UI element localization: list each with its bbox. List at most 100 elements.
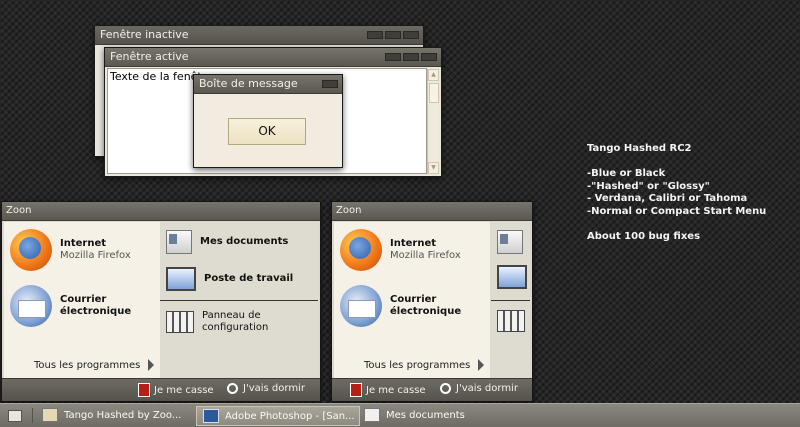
firefox-icon xyxy=(340,229,382,271)
start-menu-right-pane xyxy=(491,222,530,378)
task-label: Tango Hashed by Zoo... xyxy=(64,409,182,421)
arrow-right-icon xyxy=(148,359,155,371)
start-menu-user: Zoon xyxy=(2,202,320,221)
inactive-window-controls xyxy=(367,31,419,39)
start-button[interactable] xyxy=(0,404,30,427)
logoff-label: Je me casse xyxy=(366,384,426,396)
all-programs-label: Tous les programmes xyxy=(34,360,141,371)
active-window-title: Fenêtre active xyxy=(110,50,189,63)
shutdown-label: J'vais dormir xyxy=(456,383,518,394)
task-documents[interactable]: Mes documents xyxy=(358,406,514,424)
task-label: Adobe Photoshop - [San... xyxy=(225,410,355,422)
shutdown-label: J'vais dormir xyxy=(243,383,305,394)
info-line: About 100 bug fixes xyxy=(587,231,701,243)
logoff-button[interactable]: Je me casse xyxy=(138,383,214,397)
internet-label: Internet xyxy=(60,238,107,249)
internet-sub: Mozilla Firefox xyxy=(390,250,461,261)
documents-icon xyxy=(497,230,523,254)
start-menu-left-pane: Internet Mozilla Firefox Courrier électr… xyxy=(334,222,490,378)
start-menu-right-pane: Mes documents Poste de travail Panneau d… xyxy=(160,222,318,378)
documents-icon xyxy=(166,230,192,254)
power-icon xyxy=(227,383,238,394)
mail-item[interactable]: Courrier électronique xyxy=(340,285,461,327)
vertical-scrollbar[interactable]: ▲ ▼ xyxy=(427,69,439,174)
control-panel-icon xyxy=(497,310,525,332)
taskbar: Tango Hashed by Zoo... Adobe Photoshop -… xyxy=(0,403,800,427)
start-menu-left-pane: Internet Mozilla Firefox Courrier électr… xyxy=(4,222,160,378)
internet-item[interactable]: Internet Mozilla Firefox xyxy=(340,229,461,271)
logoff-icon xyxy=(350,383,362,397)
theme-info: Tango Hashed RC2 -Blue or Black -"Hashed… xyxy=(587,143,766,244)
mail-label: Courrier xyxy=(60,294,107,305)
message-box[interactable]: Boîte de message OK xyxy=(193,74,343,168)
internet-item[interactable]: Internet Mozilla Firefox xyxy=(10,229,131,271)
computer-icon xyxy=(497,265,527,289)
close-button[interactable] xyxy=(403,31,419,39)
computer-icon xyxy=(166,267,196,291)
my-documents-item[interactable] xyxy=(497,230,523,254)
message-box-controls xyxy=(322,80,338,88)
menu-divider xyxy=(160,300,318,301)
control-panel-item[interactable]: Panneau de configuration xyxy=(166,310,268,334)
scroll-down-icon[interactable]: ▼ xyxy=(428,162,439,174)
inactive-window-titlebar[interactable]: Fenêtre inactive xyxy=(95,26,423,45)
shutdown-button[interactable]: J'vais dormir xyxy=(440,383,518,394)
mail-label-2: électronique xyxy=(390,306,462,317)
inactive-window-title: Fenêtre inactive xyxy=(100,28,189,41)
maximize-button[interactable] xyxy=(385,31,401,39)
documents-icon xyxy=(364,408,380,422)
menu-divider xyxy=(491,300,530,301)
active-window-titlebar[interactable]: Fenêtre active xyxy=(105,48,441,67)
maximize-button[interactable] xyxy=(403,53,419,61)
active-window-controls xyxy=(385,53,437,61)
control-panel-item[interactable] xyxy=(497,310,525,332)
info-line: -"Hashed" or "Glossy" xyxy=(587,180,710,192)
logoff-label: Je me casse xyxy=(154,384,214,396)
mail-item[interactable]: Courrier électronique xyxy=(10,285,131,327)
my-computer-label: Poste de travail xyxy=(204,273,294,284)
internet-label: Internet xyxy=(390,238,437,249)
scroll-up-icon[interactable]: ▲ xyxy=(428,69,439,81)
task-tango[interactable]: Tango Hashed by Zoo... xyxy=(36,406,192,424)
my-computer-item[interactable]: Poste de travail xyxy=(166,267,293,291)
home-icon xyxy=(8,409,22,422)
power-icon xyxy=(440,383,451,394)
thunderbird-icon xyxy=(10,285,52,327)
shutdown-button[interactable]: J'vais dormir xyxy=(227,383,305,394)
minimize-button[interactable] xyxy=(385,53,401,61)
minimize-button[interactable] xyxy=(367,31,383,39)
photoshop-icon xyxy=(203,409,219,423)
start-menu-user: Zoon xyxy=(332,202,532,221)
message-box-title: Boîte de message xyxy=(199,77,298,90)
thunderbird-icon xyxy=(340,285,382,327)
taskbar-separator xyxy=(32,408,33,423)
info-line: -Blue or Black xyxy=(587,168,666,180)
info-line xyxy=(587,156,766,169)
firefox-icon xyxy=(10,229,52,271)
scroll-thumb[interactable] xyxy=(429,83,439,103)
start-menu-footer: Je me casse J'vais dormir xyxy=(332,378,532,401)
info-line: Tango Hashed RC2 xyxy=(587,143,692,154)
my-documents-label: Mes documents xyxy=(200,236,289,247)
logoff-button[interactable]: Je me casse xyxy=(350,383,426,397)
task-photoshop[interactable]: Adobe Photoshop - [San... xyxy=(196,406,360,426)
control-panel-label: Panneau de xyxy=(202,310,261,321)
my-computer-item[interactable] xyxy=(497,265,527,289)
task-label: Mes documents xyxy=(386,409,465,421)
ok-button[interactable]: OK xyxy=(228,118,306,145)
mail-label-2: électronique xyxy=(60,306,132,317)
start-menu-footer: Je me casse J'vais dormir xyxy=(2,378,320,401)
info-line xyxy=(587,219,766,232)
control-panel-icon xyxy=(166,311,194,333)
logoff-icon xyxy=(138,383,150,397)
close-button[interactable] xyxy=(322,80,338,88)
my-documents-item[interactable]: Mes documents xyxy=(166,230,288,254)
all-programs-button[interactable]: Tous les programmes xyxy=(364,359,485,371)
close-button[interactable] xyxy=(421,53,437,61)
arrow-right-icon xyxy=(478,359,485,371)
all-programs-button[interactable]: Tous les programmes xyxy=(34,359,155,371)
internet-sub: Mozilla Firefox xyxy=(60,250,131,261)
message-box-titlebar[interactable]: Boîte de message xyxy=(194,75,342,94)
info-line: - Verdana, Calibri or Tahoma xyxy=(587,193,748,205)
start-menu-normal: Zoon Internet Mozilla Firefox Courrier é… xyxy=(1,201,321,402)
